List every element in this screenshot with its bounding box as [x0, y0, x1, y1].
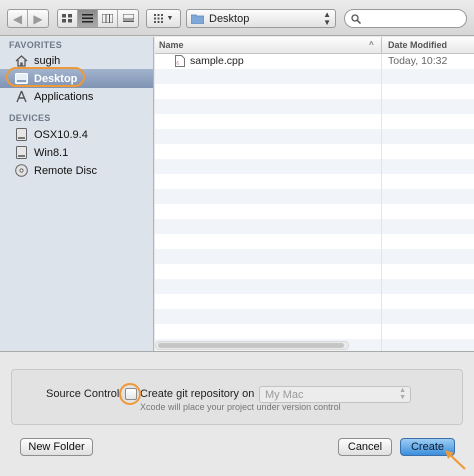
cancel-button[interactable]: Cancel: [338, 438, 392, 456]
column-header: Name ^ Date Modified: [155, 37, 474, 54]
sidebar-item-applications[interactable]: Applications: [0, 87, 153, 106]
source-control-label: Source Control:: [46, 388, 123, 400]
desktop-highlight-ring: [6, 67, 85, 87]
sidebar-item-label: sugih: [34, 54, 61, 67]
devices-header: DEVICES: [9, 113, 51, 123]
toolbar: ◀ ▶ ▼ Desktop ▲ ▼: [0, 0, 474, 36]
column-separator: [381, 54, 382, 351]
sidebar-item-osx[interactable]: OSX10.9.4: [0, 125, 153, 144]
location-label: Desktop: [209, 12, 250, 25]
list-view-icon: [82, 14, 93, 23]
search-field[interactable]: [344, 9, 467, 28]
sidebar-item-remote-disc[interactable]: Remote Disc: [0, 161, 153, 180]
arrange-button[interactable]: ▼: [146, 9, 181, 28]
scrollbar-thumb[interactable]: [158, 343, 344, 348]
folder-icon: [191, 14, 204, 24]
drive-icon: [15, 128, 28, 141]
updown-chevron-icon: ▲ ▼: [323, 9, 331, 27]
arrange-grid-icon: [153, 14, 163, 23]
sidebar-item-label: OSX10.9.4: [34, 128, 88, 141]
coverflow-view-icon: [122, 14, 134, 22]
home-icon: [15, 54, 28, 67]
column-view-icon: [102, 14, 113, 23]
file-name: sample.cpp: [190, 55, 244, 67]
back-button[interactable]: ◀: [8, 10, 28, 27]
column-view-button[interactable]: [98, 10, 118, 27]
view-mode-buttons: [57, 9, 139, 28]
disc-icon: [15, 164, 28, 177]
checkbox-highlight-ring: [119, 383, 141, 405]
list-view-button[interactable]: [78, 10, 98, 27]
panel-separator: [0, 351, 474, 352]
chevron-down-icon: ▼: [166, 15, 174, 22]
icon-view-button[interactable]: [58, 10, 78, 27]
drive-icon: [15, 146, 28, 159]
applications-icon: [15, 90, 28, 103]
search-input[interactable]: [365, 12, 460, 25]
file-date: Today, 10:32: [388, 55, 448, 67]
version-control-note: Xcode will place your project under vers…: [140, 402, 341, 412]
icon-view-icon: [62, 14, 72, 23]
file-list: Name ^ Date Modified c sample.cpp Today,…: [155, 37, 474, 351]
forward-button[interactable]: ▶: [28, 10, 48, 27]
git-target-value: My Mac: [265, 388, 304, 401]
sidebar-item-win81[interactable]: Win8.1: [0, 143, 153, 162]
table-row[interactable]: c sample.cpp Today, 10:32: [155, 54, 474, 69]
name-column-header[interactable]: Name: [159, 40, 184, 50]
search-icon: [351, 13, 361, 24]
arrange-cell: ▼: [147, 10, 180, 27]
git-target-select[interactable]: My Mac ▲ ▼: [259, 386, 411, 403]
pointer-arrow-icon: [445, 450, 466, 470]
new-folder-button[interactable]: New Folder: [20, 438, 93, 456]
create-git-label[interactable]: Create git repository on: [140, 388, 254, 400]
sort-indicator: ^: [369, 40, 374, 49]
date-column-header[interactable]: Date Modified: [388, 40, 447, 50]
sidebar-item-label: Applications: [34, 90, 94, 103]
horizontal-scrollbar[interactable]: [155, 341, 349, 350]
file-list-background: [155, 54, 474, 351]
column-divider[interactable]: [381, 37, 382, 54]
cpp-file-icon: c: [175, 55, 185, 70]
coverflow-view-button[interactable]: [118, 10, 138, 27]
sidebar-item-label: Win8.1: [34, 146, 69, 159]
sidebar-item-label: Remote Disc: [34, 164, 97, 177]
updown-chevron-icon: ▲ ▼: [399, 387, 406, 401]
location-popup[interactable]: Desktop ▲ ▼: [186, 9, 336, 28]
nav-buttons: ◀ ▶: [7, 9, 49, 28]
favorites-header: FAVORITES: [9, 40, 63, 50]
